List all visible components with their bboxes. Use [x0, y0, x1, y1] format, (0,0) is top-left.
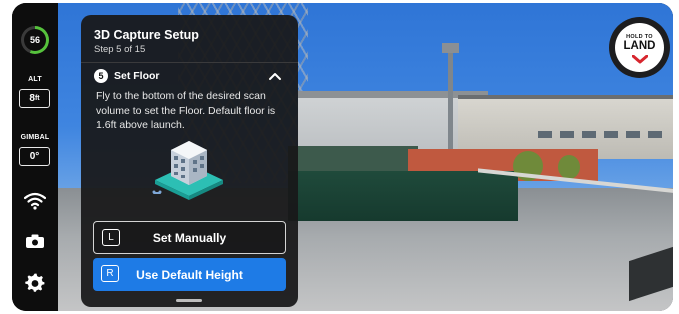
building-floor-illustration-icon — [152, 141, 223, 200]
battery-percent: 56 — [24, 29, 46, 51]
gimbal-value: 0° — [29, 151, 40, 162]
wifi-signal-icon[interactable] — [23, 189, 47, 213]
altitude-label: ALT — [28, 76, 42, 83]
set-manually-button[interactable]: L Set Manually — [93, 221, 286, 254]
controller-key-r: R — [101, 265, 119, 282]
app-frame: 56 ALT 8 ft GIMBAL 0° 3D Capture Setup S… — [12, 3, 673, 311]
panel-title: 3D Capture Setup — [94, 28, 199, 42]
capture-setup-panel: 3D Capture Setup Step 5 of 15 5 Set Floo… — [81, 15, 298, 307]
settings-gear-icon[interactable] — [23, 271, 47, 295]
left-sidebar: 56 ALT 8 ft GIMBAL 0° — [12, 3, 58, 311]
gimbal-label: GIMBAL — [20, 134, 50, 141]
land-label: LAND — [623, 40, 656, 52]
step-number-badge: 5 — [94, 69, 108, 83]
altitude-readout: 8 ft — [19, 89, 50, 108]
chevron-down-icon — [632, 55, 648, 64]
chevron-up-icon[interactable] — [268, 70, 282, 82]
use-default-height-label: Use Default Height — [136, 267, 243, 282]
green-fence — [288, 171, 518, 221]
tree — [558, 155, 580, 179]
camera-icon[interactable] — [23, 229, 47, 253]
step-counter: Step 5 of 15 — [94, 44, 146, 55]
set-manually-label: Set Manually — [152, 230, 227, 245]
controller-key-l: L — [102, 229, 120, 246]
section-title: Set Floor — [114, 70, 160, 82]
altitude-unit: ft — [34, 95, 40, 102]
gimbal-readout: 0° — [19, 147, 50, 166]
hold-to-land-button[interactable]: HOLD TO LAND — [609, 17, 670, 78]
step-description: Fly to the bottom of the desired scan vo… — [96, 90, 276, 131]
battery-indicator: 56 — [21, 26, 49, 54]
panel-drag-handle[interactable] — [176, 299, 202, 302]
divider — [81, 62, 298, 63]
use-default-height-button[interactable]: R Use Default Height — [93, 258, 286, 291]
